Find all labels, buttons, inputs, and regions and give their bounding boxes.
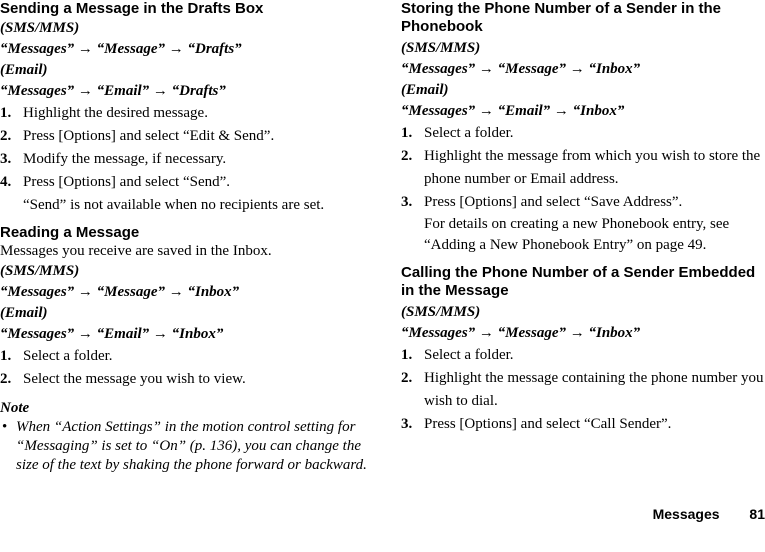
step-item: 3. Modify the message, if necessary. <box>0 148 372 171</box>
page-footer: Messages 81 <box>653 506 765 522</box>
note-item: • When “Action Settings” in the motion c… <box>0 418 372 475</box>
step-number: 4. <box>0 174 12 190</box>
step-item: 2. Select the message you wish to view. <box>0 368 372 391</box>
step-text: Highlight the message from which you wis… <box>424 148 761 187</box>
step-number: 1. <box>401 347 413 363</box>
step-number: 2. <box>401 148 413 164</box>
menu-path-email: “Messages” → “Email” → “Inbox” <box>0 326 224 342</box>
section-storing-phone-number: Storing the Phone Number of a Sender in … <box>401 0 765 256</box>
menu-path-email: “Messages” → “Email” → “Inbox” <box>401 103 625 119</box>
menu-path-sms: “Messages” → “Message” → “Inbox” <box>401 325 641 341</box>
step-number: 3. <box>401 194 413 210</box>
sms-mms-label: (SMS/MMS) <box>401 304 481 320</box>
section-calling-sender: Calling the Phone Number of a Sender Emb… <box>401 264 765 436</box>
step-text: Press [Options] and select “Send”. <box>23 174 231 190</box>
section-title: Sending a Message in the Drafts Box <box>0 0 264 17</box>
step-number: 1. <box>401 125 413 141</box>
page-number: 81 <box>749 506 765 522</box>
step-text: Select a folder. <box>424 347 514 363</box>
step-item: 1. Select a folder. <box>401 122 765 145</box>
section-intro: Messages you receive are saved in the In… <box>0 243 272 259</box>
email-label: (Email) <box>401 82 449 98</box>
step-note: “Send” is not available when no recipien… <box>23 197 325 213</box>
bullet-icon: • <box>2 419 8 435</box>
menu-path-sms: “Messages” → “Message” → “Inbox” <box>401 61 641 77</box>
step-text: Highlight the desired message. <box>23 105 208 121</box>
menu-path-email: “Messages” → “Email” → “Drafts” <box>0 83 226 99</box>
step-item: 1. Select a folder. <box>0 345 372 368</box>
step-number: 3. <box>0 151 12 167</box>
note-block: Note • When “Action Settings” in the mot… <box>0 399 372 475</box>
step-item: 4. Press [Options] and select “Send”. <box>0 171 372 194</box>
right-column: Storing the Phone Number of a Sender in … <box>401 0 765 436</box>
step-item: 3. Press [Options] and select “Call Send… <box>401 413 765 436</box>
step-number: 3. <box>401 416 413 432</box>
email-label: (Email) <box>0 305 48 321</box>
step-number: 1. <box>0 348 12 364</box>
step-text: Press [Options] and select “Edit & Send”… <box>23 128 275 144</box>
step-number: 2. <box>0 128 12 144</box>
step-item: 3. Press [Options] and select “Save Addr… <box>401 191 765 214</box>
menu-path-sms: “Messages” → “Message” → “Drafts” <box>0 41 242 57</box>
step-number: 1. <box>0 105 12 121</box>
step-text: Modify the message, if necessary. <box>23 151 227 167</box>
step-text: Select a folder. <box>424 125 514 141</box>
step-item: 1. Select a folder. <box>401 344 765 367</box>
step-number: 2. <box>0 371 12 387</box>
step-text: Press [Options] and select “Save Address… <box>424 194 683 210</box>
email-label: (Email) <box>0 62 48 78</box>
footer-section-name: Messages <box>652 506 720 522</box>
step-item: 2. Highlight the message containing the … <box>401 367 765 413</box>
menu-path-sms: “Messages” → “Message” → “Inbox” <box>0 284 240 300</box>
note-title: Note <box>0 400 30 416</box>
section-sending-drafts: Sending a Message in the Drafts Box (SMS… <box>0 0 372 217</box>
step-item: 1. Highlight the desired message. <box>0 102 372 125</box>
note-text: When “Action Settings” in the motion con… <box>16 419 367 473</box>
section-title: Storing the Phone Number of a Sender in … <box>401 0 722 35</box>
step-text: Highlight the message containing the pho… <box>424 370 764 409</box>
step-item: 2. Press [Options] and select “Edit & Se… <box>0 125 372 148</box>
sms-mms-label: (SMS/MMS) <box>0 263 80 279</box>
section-title: Calling the Phone Number of a Sender Emb… <box>401 264 756 299</box>
sms-mms-label: (SMS/MMS) <box>0 20 80 36</box>
section-reading-message: Reading a Message Messages you receive a… <box>0 224 372 391</box>
step-item: 2. Highlight the message from which you … <box>401 145 765 191</box>
left-column: Sending a Message in the Drafts Box (SMS… <box>0 0 372 475</box>
sms-mms-label: (SMS/MMS) <box>401 40 481 56</box>
step-text: Press [Options] and select “Call Sender”… <box>424 416 672 432</box>
section-title: Reading a Message <box>0 224 140 241</box>
step-number: 2. <box>401 370 413 386</box>
step-note: For details on creating a new Phonebook … <box>424 216 730 253</box>
step-text: Select a folder. <box>23 348 113 364</box>
step-text: Select the message you wish to view. <box>23 371 246 387</box>
